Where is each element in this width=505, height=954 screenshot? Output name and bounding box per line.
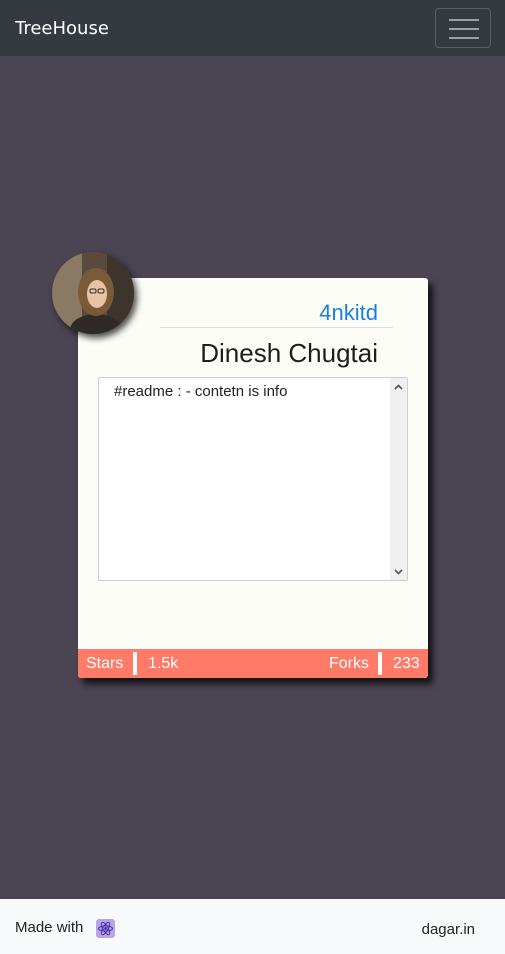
stars-separator [133, 652, 137, 675]
stars-label: Stars [86, 655, 124, 672]
full-name: Dinesh Chugtai [200, 338, 378, 368]
scroll-up-icon[interactable] [390, 378, 407, 395]
scrollbar[interactable] [390, 378, 407, 580]
menu-toggle-button[interactable] [435, 8, 491, 48]
readme-textarea[interactable]: #readme : - contetn is info [98, 377, 408, 581]
hamburger-menu-icon [449, 19, 479, 39]
profile-card: 4nkitd Dinesh Chugtai #readme : - contet… [78, 278, 428, 678]
brand-title[interactable]: TreeHouse [15, 17, 109, 41]
forks-separator [378, 652, 382, 675]
react-atom-icon [96, 919, 115, 938]
username-link[interactable]: 4nkitd [319, 299, 378, 327]
forks-label: Forks [329, 655, 369, 672]
avatar[interactable] [52, 252, 134, 334]
avatar-photo [52, 252, 134, 334]
made-with-text: Made with [15, 919, 84, 936]
footer-link[interactable]: dagar.in [422, 921, 475, 938]
readme-text: #readme : - contetn is info [114, 383, 288, 400]
divider [160, 327, 393, 328]
footer: Made with dagar.in [0, 899, 505, 954]
stars-value: 1.5k [148, 655, 179, 672]
navbar: TreeHouse [0, 0, 505, 56]
stats-bar: Stars 1.5k Forks 233 [78, 649, 428, 678]
scroll-down-icon[interactable] [390, 563, 407, 580]
forks-value: 233 [393, 655, 420, 672]
